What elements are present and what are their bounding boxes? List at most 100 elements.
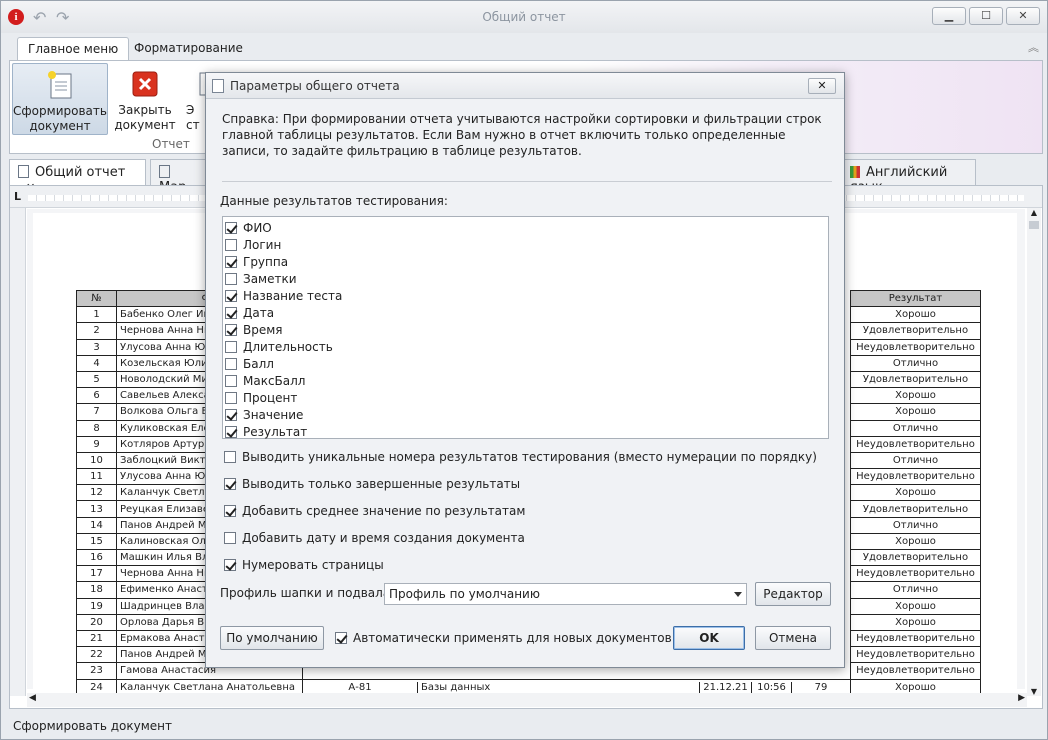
cell-num: 1 [76,306,117,324]
option-checkbox[interactable]: Добавить дату и время создания документа [224,531,525,545]
field-list-item[interactable]: Процент [225,389,828,406]
cell-time: 10:56 [752,681,792,693]
cell-num: 23 [76,662,117,680]
checkbox[interactable] [224,532,236,544]
cell-result: Неудовлетворительно [850,629,981,648]
checkbox[interactable] [225,255,237,268]
option-checkbox[interactable]: Добавить среднее значение по результатам [224,504,525,518]
field-list-item[interactable]: ФИО [225,219,828,236]
chevron-down-icon[interactable] [734,592,742,597]
close-button[interactable]: ✕ [1006,7,1040,25]
option-label: Выводить уникальные номера результатов т… [242,450,817,464]
field-list-item[interactable]: Заметки [225,270,828,287]
checkbox[interactable] [225,374,237,387]
checkbox[interactable] [225,391,237,404]
scroll-thumb[interactable] [1029,221,1039,229]
checkbox[interactable] [224,559,236,571]
dialog-close-button[interactable]: ✕ [808,78,836,94]
checkbox[interactable] [225,306,237,319]
chart-icon [850,166,860,178]
profile-combo-value: Профиль по умолчанию [389,587,540,601]
cell-num: 9 [76,435,117,453]
auto-apply-checkbox[interactable]: Автоматически применять для новых докуме… [335,631,672,645]
checkbox[interactable] [225,272,237,285]
cell-score: 79 [814,681,828,693]
cell-num: 16 [76,548,117,567]
checkbox[interactable] [225,221,237,234]
field-list-item[interactable]: Результат [225,423,828,440]
dialog-titlebar[interactable]: Параметры общего отчета ✕ [206,73,844,99]
ok-button[interactable]: OK [673,626,745,650]
cell-num: 19 [76,597,117,615]
tab-formatting[interactable]: Форматирование [124,37,253,61]
field-list-item[interactable]: Значение [225,406,828,423]
cell-result: Неудовлетворительно [850,646,981,664]
doc-tab-mar[interactable]: Мар [150,159,210,195]
checkbox[interactable] [225,340,237,353]
tab-main-menu[interactable]: Главное меню [17,37,130,61]
cell-num: 17 [76,565,117,583]
checkbox[interactable] [225,357,237,370]
cell-num: 7 [76,403,117,421]
doc-tab-label: Общий отчет [35,165,126,180]
fields-listbox[interactable]: ФИО Логин Группа Заметки Название теста Дата В… [222,216,829,439]
tab-stop-icon[interactable]: L [14,190,21,203]
collapse-ribbon-icon[interactable]: ︽ [1028,39,1039,55]
profile-combo[interactable]: Профиль по умолчанию [384,583,747,605]
field-label: Логин [243,237,282,252]
cell-result: Хорошо [850,597,981,615]
scroll-right-icon[interactable]: ▶ [1018,693,1025,703]
checkbox[interactable] [335,632,347,644]
doc-tab-english[interactable]: Английский язык [841,159,976,195]
field-label: Балл [243,356,274,371]
vertical-scrollbar[interactable]: ▲ ▼ [1027,208,1041,696]
cell-num: 20 [76,613,117,631]
checkbox[interactable] [225,425,237,438]
option-label: Добавить дату и время создания документа [242,531,525,545]
report-settings-dialog: Параметры общего отчета ✕ Справка: При ф… [205,72,845,668]
user-icon [159,165,170,178]
field-list-item[interactable]: Группа [225,253,828,270]
horizontal-scrollbar[interactable]: ◀ ▶ [27,693,1027,707]
cell-result: Отлично [850,354,981,372]
maximize-button[interactable]: ☐ [969,7,1003,25]
field-list-item[interactable]: Логин [225,236,828,253]
field-list-item[interactable]: Название теста [225,287,828,304]
cell-num: 4 [76,354,117,372]
field-list-item[interactable]: МаксБалл [225,372,828,389]
field-list-item[interactable]: Дата [225,304,828,321]
checkbox[interactable] [224,451,236,463]
checkbox[interactable] [225,323,237,336]
field-list-item[interactable]: Балл [225,355,828,372]
checkbox[interactable] [225,238,237,251]
cancel-button[interactable]: Отмена [755,626,831,650]
scroll-left-icon[interactable]: ◀ [29,693,36,703]
default-button[interactable]: По умолчанию [220,626,324,650]
scroll-down-icon[interactable]: ▼ [1027,687,1041,696]
field-list-item[interactable]: Время [225,321,828,338]
checkbox[interactable] [224,505,236,517]
checkbox[interactable] [225,289,237,302]
generate-document-button[interactable]: Сформировать документ [12,63,108,135]
close-doc-label-2: документ [114,118,176,132]
cell-num: 8 [76,419,117,437]
cell-num: 15 [76,532,117,551]
field-label: Название теста [243,288,343,303]
close-document-button[interactable]: Закрыть документ [114,63,176,135]
cell-result: Отлично [850,419,981,437]
vertical-ruler [10,208,26,696]
checkbox[interactable] [225,408,237,421]
scroll-up-icon[interactable]: ▲ [1027,208,1041,217]
field-list-item[interactable]: Длительность [225,338,828,355]
col-header-num: № [76,289,117,308]
option-checkbox[interactable]: Выводить только завершенные результаты [224,477,520,491]
checkbox[interactable] [224,478,236,490]
doc-tab-general-report[interactable]: Общий отчет ✕ [9,159,146,194]
minimize-button[interactable]: ▁ [932,7,966,25]
option-checkbox[interactable]: Нумеровать страницы [224,558,384,572]
option-checkbox[interactable]: Выводить уникальные номера результатов т… [224,450,817,464]
cell-num: 13 [76,500,117,518]
editor-button[interactable]: Редактор [755,582,831,606]
cell-result: Удовлетворительно [850,500,981,518]
cell-result: Хорошо [850,306,981,324]
